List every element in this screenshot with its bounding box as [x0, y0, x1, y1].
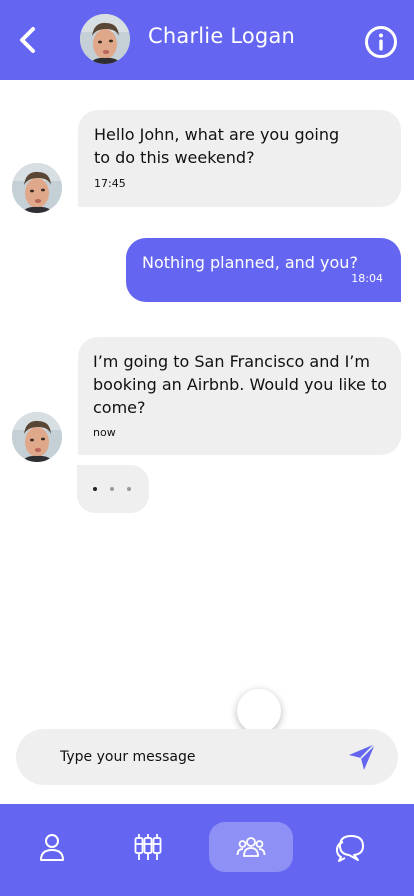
message-time: now — [93, 426, 116, 439]
message-time: 17:45 — [94, 177, 126, 190]
typing-indicator — [77, 465, 149, 513]
chevron-left-icon — [20, 27, 35, 53]
message-time: 18:04 — [351, 272, 383, 285]
avatar-photo — [80, 14, 130, 64]
chat-bubbles-icon — [336, 835, 364, 862]
info-button[interactable] — [364, 25, 398, 59]
scroll-handle-button[interactable] — [237, 689, 281, 733]
avatar-photo — [12, 163, 62, 213]
message-bubble-incoming[interactable]: I’m going to San Francisco and I’m booki… — [78, 337, 401, 455]
nav-item-profile[interactable] — [10, 822, 94, 872]
info-icon — [365, 26, 397, 58]
message-text: I’m going to San Francisco and I’m booki… — [93, 352, 388, 417]
avatar-photo — [12, 412, 62, 462]
group-icon — [236, 837, 266, 857]
chat-header: Charlie Logan — [0, 0, 414, 80]
message-bubble-incoming[interactable]: Hello John, what are you going to do thi… — [78, 110, 401, 207]
message-composer — [16, 729, 398, 785]
bottom-nav — [0, 804, 414, 896]
message-bubble-outgoing[interactable]: Nothing planned, and you? 18:04 — [126, 238, 401, 302]
sender-avatar — [12, 163, 62, 213]
message-input[interactable] — [60, 743, 330, 771]
typing-dot — [110, 487, 114, 491]
nav-item-transport[interactable] — [106, 822, 190, 872]
contact-name: Charlie Logan — [148, 24, 296, 48]
back-button[interactable] — [14, 24, 42, 56]
cable-car-icon — [134, 834, 162, 860]
user-icon — [40, 834, 64, 861]
typing-dot — [93, 487, 97, 491]
nav-item-chats[interactable] — [308, 822, 392, 872]
send-button[interactable] — [346, 741, 378, 773]
message-text: Nothing planned, and you? — [142, 253, 358, 272]
nav-item-groups[interactable] — [209, 822, 293, 872]
message-text: Hello John, what are you going to do thi… — [94, 125, 340, 167]
typing-dot — [127, 487, 131, 491]
send-icon — [349, 743, 376, 770]
sender-avatar — [12, 412, 62, 462]
contact-avatar[interactable] — [80, 14, 130, 64]
